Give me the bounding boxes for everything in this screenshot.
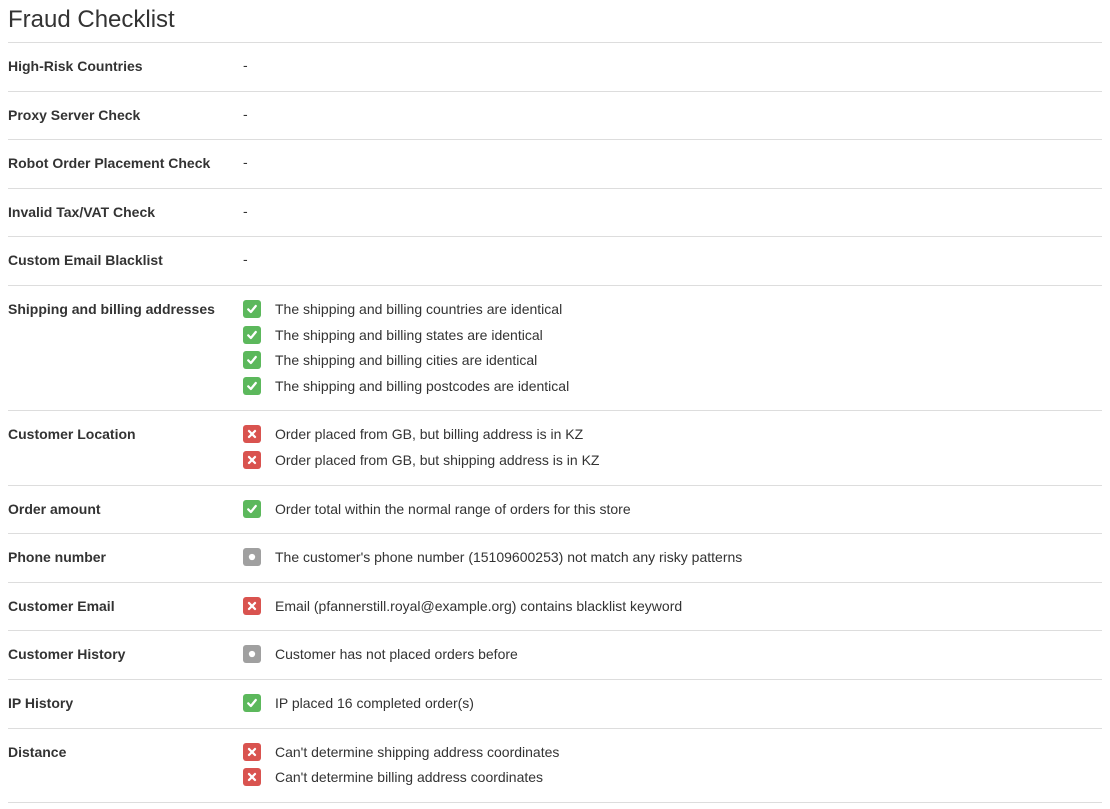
cross-icon xyxy=(243,768,261,786)
row-label: Customer History xyxy=(8,645,243,665)
check-item-text: The shipping and billing cities are iden… xyxy=(275,351,537,371)
checklist-row: Proxy Server Check- xyxy=(8,92,1102,141)
check-item: The shipping and billing postcodes are i… xyxy=(243,377,1102,397)
check-item: The shipping and billing states are iden… xyxy=(243,326,1102,346)
checklist-row: Custom Email Blacklist- xyxy=(8,237,1102,286)
dot-icon xyxy=(243,548,261,566)
fraud-checklist-section: High-Risk Countries-Proxy Server Check-R… xyxy=(8,42,1102,803)
check-item: Can't determine billing address coordina… xyxy=(243,768,1102,788)
check-icon xyxy=(243,351,261,369)
row-label: Custom Email Blacklist xyxy=(8,251,243,271)
checklist-row: High-Risk Countries- xyxy=(8,43,1102,92)
check-item-text: Can't determine billing address coordina… xyxy=(275,768,543,788)
check-item-text: Order placed from GB, but billing addres… xyxy=(275,425,583,445)
checklist-row: Order amount Order total within the norma… xyxy=(8,486,1102,535)
row-value: - xyxy=(243,57,1102,77)
check-icon xyxy=(243,500,261,518)
check-item-text: Order total within the normal range of o… xyxy=(275,500,631,520)
row-value: Email (pfannerstill.royal@example.org) c… xyxy=(243,597,1102,617)
checklist-row: Customer History Customer has not placed … xyxy=(8,631,1102,680)
row-label: IP History xyxy=(8,694,243,714)
check-item-text: The shipping and billing countries are i… xyxy=(275,300,562,320)
cross-icon xyxy=(243,425,261,443)
empty-value: - xyxy=(243,203,248,219)
cross-icon xyxy=(243,451,261,469)
check-item: Order placed from GB, but billing addres… xyxy=(243,425,1102,445)
row-value: - xyxy=(243,154,1102,174)
cross-icon xyxy=(243,597,261,615)
row-value: - xyxy=(243,251,1102,271)
empty-value: - xyxy=(243,251,248,267)
checklist-row: Customer Email Email (pfannerstill.royal@… xyxy=(8,583,1102,632)
empty-value: - xyxy=(243,57,248,73)
checklist-row: Shipping and billing addresses The shippi… xyxy=(8,286,1102,411)
check-item-text: The customer's phone number (15109600253… xyxy=(275,548,742,568)
check-item-text: Can't determine shipping address coordin… xyxy=(275,743,559,763)
checklist-row: IP History IP placed 16 completed order(s… xyxy=(8,680,1102,729)
check-item: The customer's phone number (15109600253… xyxy=(243,548,1102,568)
check-item: Order placed from GB, but shipping addre… xyxy=(243,451,1102,471)
row-value: Order placed from GB, but billing addres… xyxy=(243,425,1102,470)
row-label: Customer Email xyxy=(8,597,243,617)
check-icon xyxy=(243,377,261,395)
check-item: Email (pfannerstill.royal@example.org) c… xyxy=(243,597,1102,617)
checklist-row: Invalid Tax/VAT Check- xyxy=(8,189,1102,238)
checklist-row: Customer Location Order placed from GB, b… xyxy=(8,411,1102,485)
row-label: High-Risk Countries xyxy=(8,57,243,77)
check-item-text: IP placed 16 completed order(s) xyxy=(275,694,474,714)
check-item: Order total within the normal range of o… xyxy=(243,500,1102,520)
check-item-text: Customer has not placed orders before xyxy=(275,645,518,665)
dot-icon xyxy=(243,645,261,663)
row-value: IP placed 16 completed order(s) xyxy=(243,694,1102,714)
row-label: Invalid Tax/VAT Check xyxy=(8,203,243,223)
page-title: Fraud Checklist xyxy=(8,6,1102,34)
row-label: Distance xyxy=(8,743,243,788)
row-label: Order amount xyxy=(8,500,243,520)
check-icon xyxy=(243,694,261,712)
row-value: Order total within the normal range of o… xyxy=(243,500,1102,520)
row-value: - xyxy=(243,203,1102,223)
check-item: Can't determine shipping address coordin… xyxy=(243,743,1102,763)
check-item: Customer has not placed orders before xyxy=(243,645,1102,665)
row-value: Can't determine shipping address coordin… xyxy=(243,743,1102,788)
row-label: Proxy Server Check xyxy=(8,106,243,126)
row-label: Phone number xyxy=(8,548,243,568)
row-label: Shipping and billing addresses xyxy=(8,300,243,396)
row-value: - xyxy=(243,106,1102,126)
row-value: The shipping and billing countries are i… xyxy=(243,300,1102,396)
check-item: IP placed 16 completed order(s) xyxy=(243,694,1102,714)
check-item-text: Email (pfannerstill.royal@example.org) c… xyxy=(275,597,682,617)
check-item-text: Order placed from GB, but shipping addre… xyxy=(275,451,599,471)
check-item-text: The shipping and billing postcodes are i… xyxy=(275,377,569,397)
row-value: The customer's phone number (15109600253… xyxy=(243,548,1102,568)
cross-icon xyxy=(243,743,261,761)
row-label: Robot Order Placement Check xyxy=(8,154,243,174)
checklist-row: Distance Can't determine shipping address… xyxy=(8,729,1102,803)
checklist-row: Robot Order Placement Check- xyxy=(8,140,1102,189)
checklist-row: Phone number The customer's phone number … xyxy=(8,534,1102,583)
check-icon xyxy=(243,326,261,344)
check-item: The shipping and billing cities are iden… xyxy=(243,351,1102,371)
empty-value: - xyxy=(243,106,248,122)
check-item: The shipping and billing countries are i… xyxy=(243,300,1102,320)
check-item-text: The shipping and billing states are iden… xyxy=(275,326,543,346)
empty-value: - xyxy=(243,154,248,170)
row-value: Customer has not placed orders before xyxy=(243,645,1102,665)
check-icon xyxy=(243,300,261,318)
row-label: Customer Location xyxy=(8,425,243,470)
